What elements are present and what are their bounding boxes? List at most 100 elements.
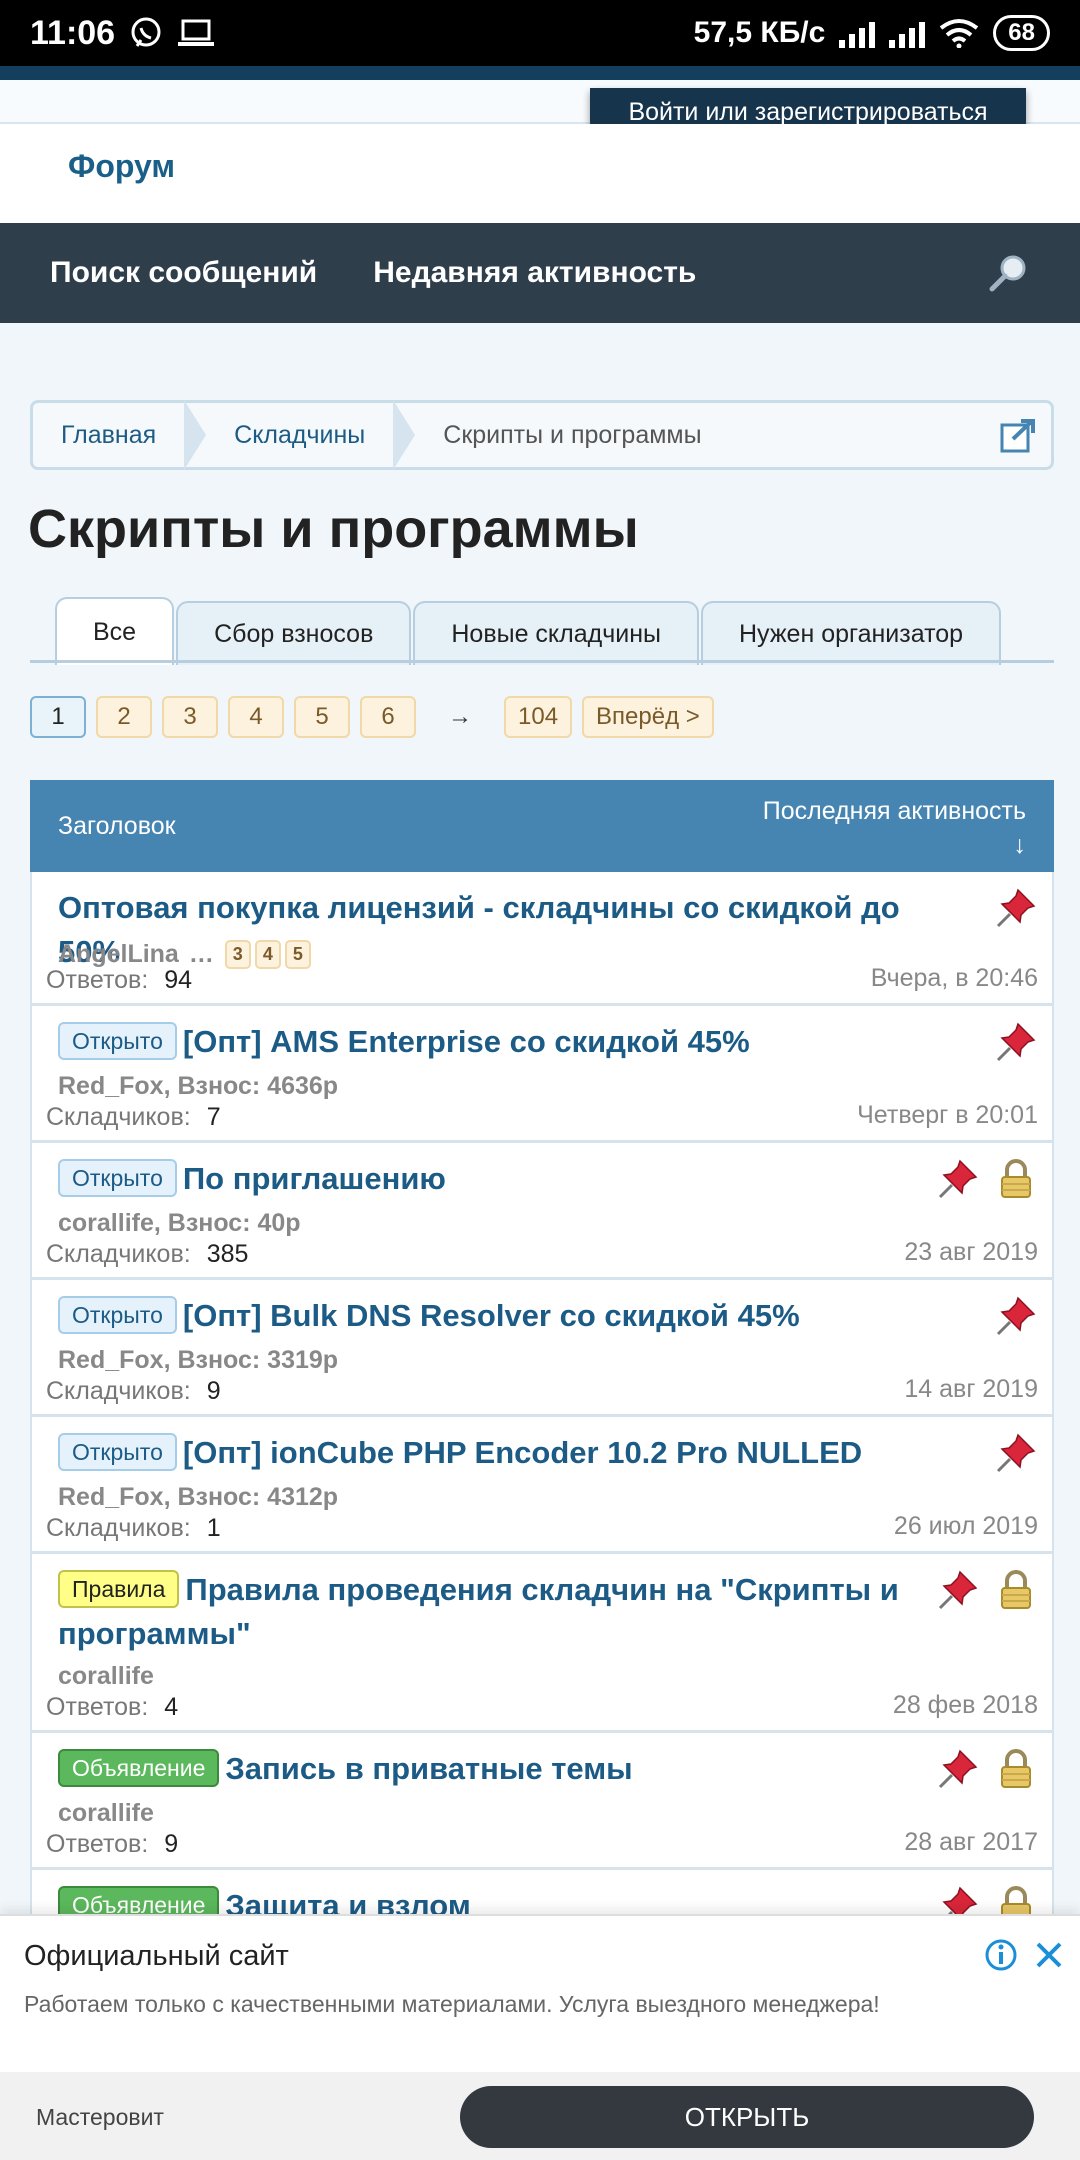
thread-title[interactable]: [Опт] AMS Enterprise со скидкой 45%: [183, 1024, 750, 1059]
breadcrumb-separator: [393, 400, 416, 470]
thread-meta: corallife, Взнос: 40р: [58, 1209, 301, 1237]
breadcrumb-skladchiny[interactable]: Складчины: [206, 403, 393, 467]
thread-meta: Red_Fox, Взнос: 3319р: [58, 1346, 339, 1374]
stat-label: Складчиков:: [46, 1377, 191, 1405]
forum-link[interactable]: Форум: [68, 148, 175, 185]
status-badge: Объявление: [58, 1749, 220, 1787]
ad-open-button[interactable]: ОТКРЫТЬ: [460, 2086, 1034, 2148]
thread-row[interactable]: Открыто По приглашению corallife, Взнос: …: [30, 1143, 1054, 1280]
stat-value: 385: [206, 1240, 249, 1268]
thread-page-link[interactable]: 3: [224, 940, 251, 969]
ad-title[interactable]: Официальный сайт: [24, 1940, 289, 1973]
status-badge: Открыто: [58, 1296, 177, 1334]
tab-all[interactable]: Все: [55, 597, 175, 665]
thread-meta: corallife: [58, 1662, 154, 1690]
thread-stats: Ответов: 94: [46, 966, 192, 995]
thread-meta: corallife: [58, 1799, 154, 1827]
page-link[interactable]: 3: [162, 696, 218, 738]
breadcrumb-home[interactable]: Главная: [33, 403, 184, 467]
stat-value: 94: [164, 966, 193, 994]
page-link[interactable]: 2: [96, 696, 152, 738]
thread-date[interactable]: 14 авг 2019: [904, 1375, 1038, 1404]
stat-value: 7: [206, 1103, 221, 1131]
thread-stats: Ответов: 4: [46, 1693, 178, 1722]
close-icon[interactable]: [1032, 1938, 1066, 1972]
thread-page-link[interactable]: 5: [284, 940, 311, 969]
stat-label: Ответов:: [46, 966, 149, 994]
pin-icon: [996, 1296, 1036, 1336]
jump-icon[interactable]: [999, 417, 1037, 455]
stat-value: 9: [164, 1830, 179, 1858]
thread-page-link[interactable]: 4: [254, 940, 281, 969]
nav-recent-activity[interactable]: Недавняя активность: [373, 256, 696, 290]
nav-search-messages[interactable]: Поиск сообщений: [50, 256, 317, 290]
thread-title-line: Открыто [Опт] ionCube PHP Encoder 10.2 Pr…: [58, 1431, 942, 1475]
status-badge: Открыто: [58, 1433, 177, 1471]
status-bar: 11:06 57,5 КБ/с 68: [0, 0, 1080, 66]
stat-label: Ответов:: [46, 1693, 149, 1721]
breadcrumb-current[interactable]: Скрипты и программы: [415, 403, 729, 467]
laptop-icon: [178, 19, 215, 46]
thread-title-line: Правила Правила проведения складчин на "С…: [58, 1568, 942, 1656]
info-icon[interactable]: [984, 1938, 1018, 1972]
navbar: Поиск сообщений Недавняя активность: [0, 223, 1080, 323]
ad-footer: Мастеровит ОТКРЫТЬ: [0, 2072, 1080, 2160]
thread-stats: Складчиков: 7: [46, 1103, 221, 1132]
site-header: Форум: [0, 124, 1080, 224]
column-last-activity-label: Последняя активность: [762, 797, 1026, 825]
tab-new[interactable]: Новые складчины: [413, 601, 699, 665]
page-link[interactable]: 1: [30, 696, 86, 738]
thread-stats: Складчиков: 1: [46, 1514, 221, 1543]
thread-meta: Red_Fox, Взнос: 4636р: [58, 1072, 339, 1100]
thread-row[interactable]: Объявление Запись в приватные темы corall…: [30, 1733, 1054, 1870]
page-link-last[interactable]: 104: [504, 696, 573, 738]
thread-author[interactable]: AngelLina: [58, 940, 179, 968]
ad-banner[interactable]: Официальный сайт Работаем только с качес…: [0, 1914, 1080, 2160]
stat-value: 9: [206, 1377, 221, 1405]
top-stripe: [0, 66, 1080, 80]
thread-title-line: Открыто [Опт] AMS Enterprise со скидкой 4…: [58, 1020, 942, 1064]
thread-date[interactable]: 28 фев 2018: [893, 1691, 1038, 1720]
thread-date[interactable]: Вчера, в 20:46: [871, 964, 1038, 993]
breadcrumb-separator: [184, 400, 207, 470]
thread-title[interactable]: Правила проведения складчин на "Скрипты …: [58, 1572, 899, 1651]
page-link[interactable]: 4: [228, 696, 284, 738]
sort-arrow-icon: ↓: [1013, 831, 1027, 859]
thread-row[interactable]: Открыто [Опт] Bulk DNS Resolver со скидко…: [30, 1280, 1054, 1417]
pin-icon: [938, 1570, 978, 1610]
page-title: Скрипты и программы: [28, 499, 639, 559]
thread-date[interactable]: 26 июл 2019: [894, 1512, 1038, 1541]
thread-title-line: Открыто [Опт] Bulk DNS Resolver со скидко…: [58, 1294, 942, 1338]
thread-date[interactable]: Четверг в 20:01: [857, 1101, 1038, 1130]
thread-title[interactable]: Запись в приватные темы: [225, 1751, 632, 1786]
tab-organizer-needed[interactable]: Нужен организатор: [700, 601, 1002, 665]
thread-stats: Ответов: 9: [46, 1830, 178, 1859]
pin-icon: [938, 1749, 978, 1789]
thread-row[interactable]: Открыто [Опт] AMS Enterprise со скидкой 4…: [30, 1006, 1054, 1143]
thread-date[interactable]: 23 авг 2019: [904, 1238, 1038, 1267]
thread-meta: Red_Fox, Взнос: 4312р: [58, 1483, 339, 1511]
thread-title[interactable]: По приглашению: [183, 1161, 446, 1196]
breadcrumb: Главная Складчины Скрипты и программы: [30, 400, 1054, 470]
thread-row[interactable]: Открыто [Опт] ionCube PHP Encoder 10.2 Pr…: [30, 1417, 1054, 1554]
thread-row[interactable]: Оптовая покупка лицензий - складчины со …: [30, 872, 1054, 1006]
tab-collection[interactable]: Сбор взносов: [176, 601, 412, 665]
page-link[interactable]: 5: [294, 696, 350, 738]
thread-list: Оптовая покупка лицензий - складчины со …: [30, 872, 1054, 2007]
thread-title[interactable]: [Опт] ionCube PHP Encoder 10.2 Pro NULLE…: [183, 1435, 862, 1470]
ad-text: Работаем только с качественными материал…: [24, 1991, 880, 2017]
stat-label: Ответов:: [46, 1830, 149, 1858]
status-time: 11:06: [30, 13, 116, 52]
lock-icon: [1001, 1159, 1031, 1198]
page-skip-arrow: →: [448, 703, 472, 730]
thread-title-line: Объявление Запись в приватные темы: [58, 1747, 942, 1791]
wifi-icon: [940, 19, 979, 48]
thread-date[interactable]: 28 авг 2017: [904, 1828, 1038, 1857]
next-page-button[interactable]: Вперёд >: [582, 696, 714, 738]
search-icon[interactable]: [986, 251, 1030, 295]
page-link[interactable]: 6: [360, 696, 416, 738]
column-last-activity[interactable]: Последняя активность ↓: [763, 794, 1026, 862]
thread-title[interactable]: [Опт] Bulk DNS Resolver со скидкой 45%: [183, 1298, 800, 1333]
column-title[interactable]: Заголовок: [58, 812, 176, 841]
thread-row[interactable]: Правила Правила проведения складчин на "С…: [30, 1554, 1054, 1733]
